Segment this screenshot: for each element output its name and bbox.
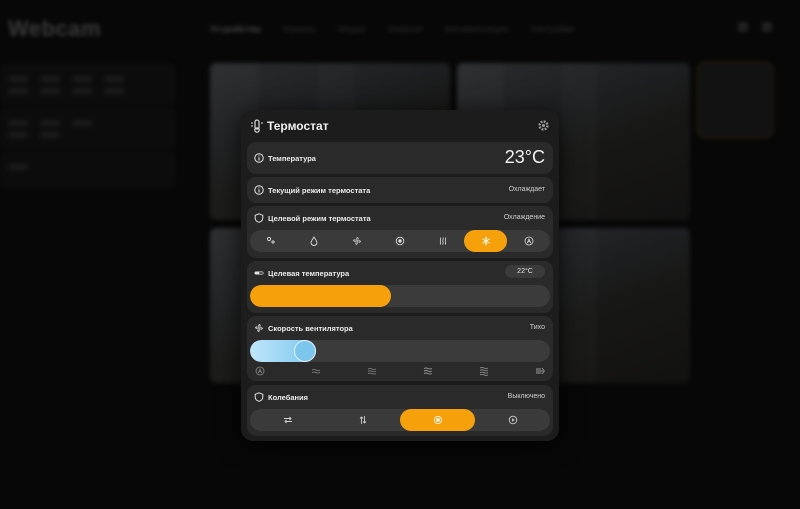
swing-label: Колебания: [268, 393, 309, 402]
swing-both-button[interactable]: [475, 409, 550, 431]
fan-turbo-icon[interactable]: [535, 366, 545, 376]
temperature-card: Температура 23°C: [247, 142, 553, 174]
auto-icon: [524, 236, 533, 246]
temperature-value: 23°C: [504, 147, 545, 167]
heat-cool-icon: [267, 236, 276, 244]
temperature-label: Температура: [268, 154, 316, 163]
swap-vertical-icon: [359, 416, 366, 424]
swing-card: Колебания Выключено: [247, 385, 553, 436]
snowflake-icon: [481, 236, 490, 246]
mode-heat-cool-button[interactable]: [250, 230, 293, 252]
target-temperature-card: Целевая температура 22°C: [247, 261, 553, 313]
swing-horizontal-button[interactable]: [250, 409, 325, 431]
target-temperature-label: Целевая температура: [268, 269, 350, 278]
fan-icon: [255, 324, 263, 332]
dialog-title: Термостат: [267, 119, 329, 133]
current-mode-value: Охлаждает: [508, 186, 545, 193]
shield-icon: [254, 213, 264, 223]
fan-speed-thumb[interactable]: [294, 340, 316, 362]
mode-dry-button[interactable]: [293, 230, 336, 252]
thermometer-icon: [254, 271, 264, 275]
swing-selector: [250, 409, 550, 431]
fan-icon: [353, 237, 361, 245]
info-icon: [254, 185, 264, 195]
target-temperature-slider[interactable]: [250, 285, 550, 307]
fan-speed-ticks: [250, 366, 550, 376]
stop-icon: [433, 415, 442, 425]
target-mode-selector: [250, 230, 550, 252]
fan-low-icon[interactable]: [311, 366, 321, 376]
info-icon: [254, 153, 264, 163]
play-icon: [508, 415, 517, 425]
current-mode-card: Текущий режим термостата Охлаждает: [247, 177, 553, 203]
dialog-header: Термостат: [241, 110, 559, 142]
fan-speed-label: Скорость вентилятора: [268, 324, 353, 333]
fan-speed-value: Тихо: [529, 324, 545, 331]
gear-icon[interactable]: [537, 119, 550, 132]
swap-horizontal-icon: [283, 416, 292, 424]
mode-auto-button[interactable]: [507, 230, 550, 252]
target-mode-card: Целевой режим термостата Охлаждение: [247, 206, 553, 258]
target-temperature-fill: [250, 285, 391, 307]
water-drop-icon: [310, 236, 318, 246]
shield-icon: [254, 392, 264, 402]
mode-cool-button[interactable]: [464, 230, 508, 252]
target-mode-label: Целевой режим термостата: [268, 214, 371, 223]
fan-speed-slider[interactable]: [250, 340, 550, 362]
fan-speed-card: Скорость вентилятора Тихо: [247, 316, 553, 381]
mode-off-button[interactable]: [379, 230, 422, 252]
thermostat-icon: [251, 119, 263, 133]
swing-vertical-button[interactable]: [325, 409, 400, 431]
current-mode-label: Текущий режим термостата: [268, 186, 371, 195]
target-temperature-value: 22°C: [517, 268, 533, 275]
target-temperature-badge[interactable]: 22°C: [505, 265, 545, 278]
power-icon: [395, 236, 405, 246]
mode-fan-button[interactable]: [336, 230, 379, 252]
fan-medium-low-icon[interactable]: [367, 366, 377, 376]
heat-icon: [439, 237, 447, 245]
fan-high-icon[interactable]: [479, 366, 489, 376]
target-mode-value: Охлаждение: [503, 214, 545, 221]
mode-heat-button[interactable]: [421, 230, 464, 252]
swing-off-button[interactable]: [400, 409, 475, 431]
thermostat-dialog: Термостат Температура 23°C Текущий режим…: [241, 110, 559, 441]
fan-medium-icon[interactable]: [423, 366, 433, 376]
fan-auto-icon[interactable]: [255, 366, 265, 376]
swing-value: Выключено: [507, 393, 545, 400]
